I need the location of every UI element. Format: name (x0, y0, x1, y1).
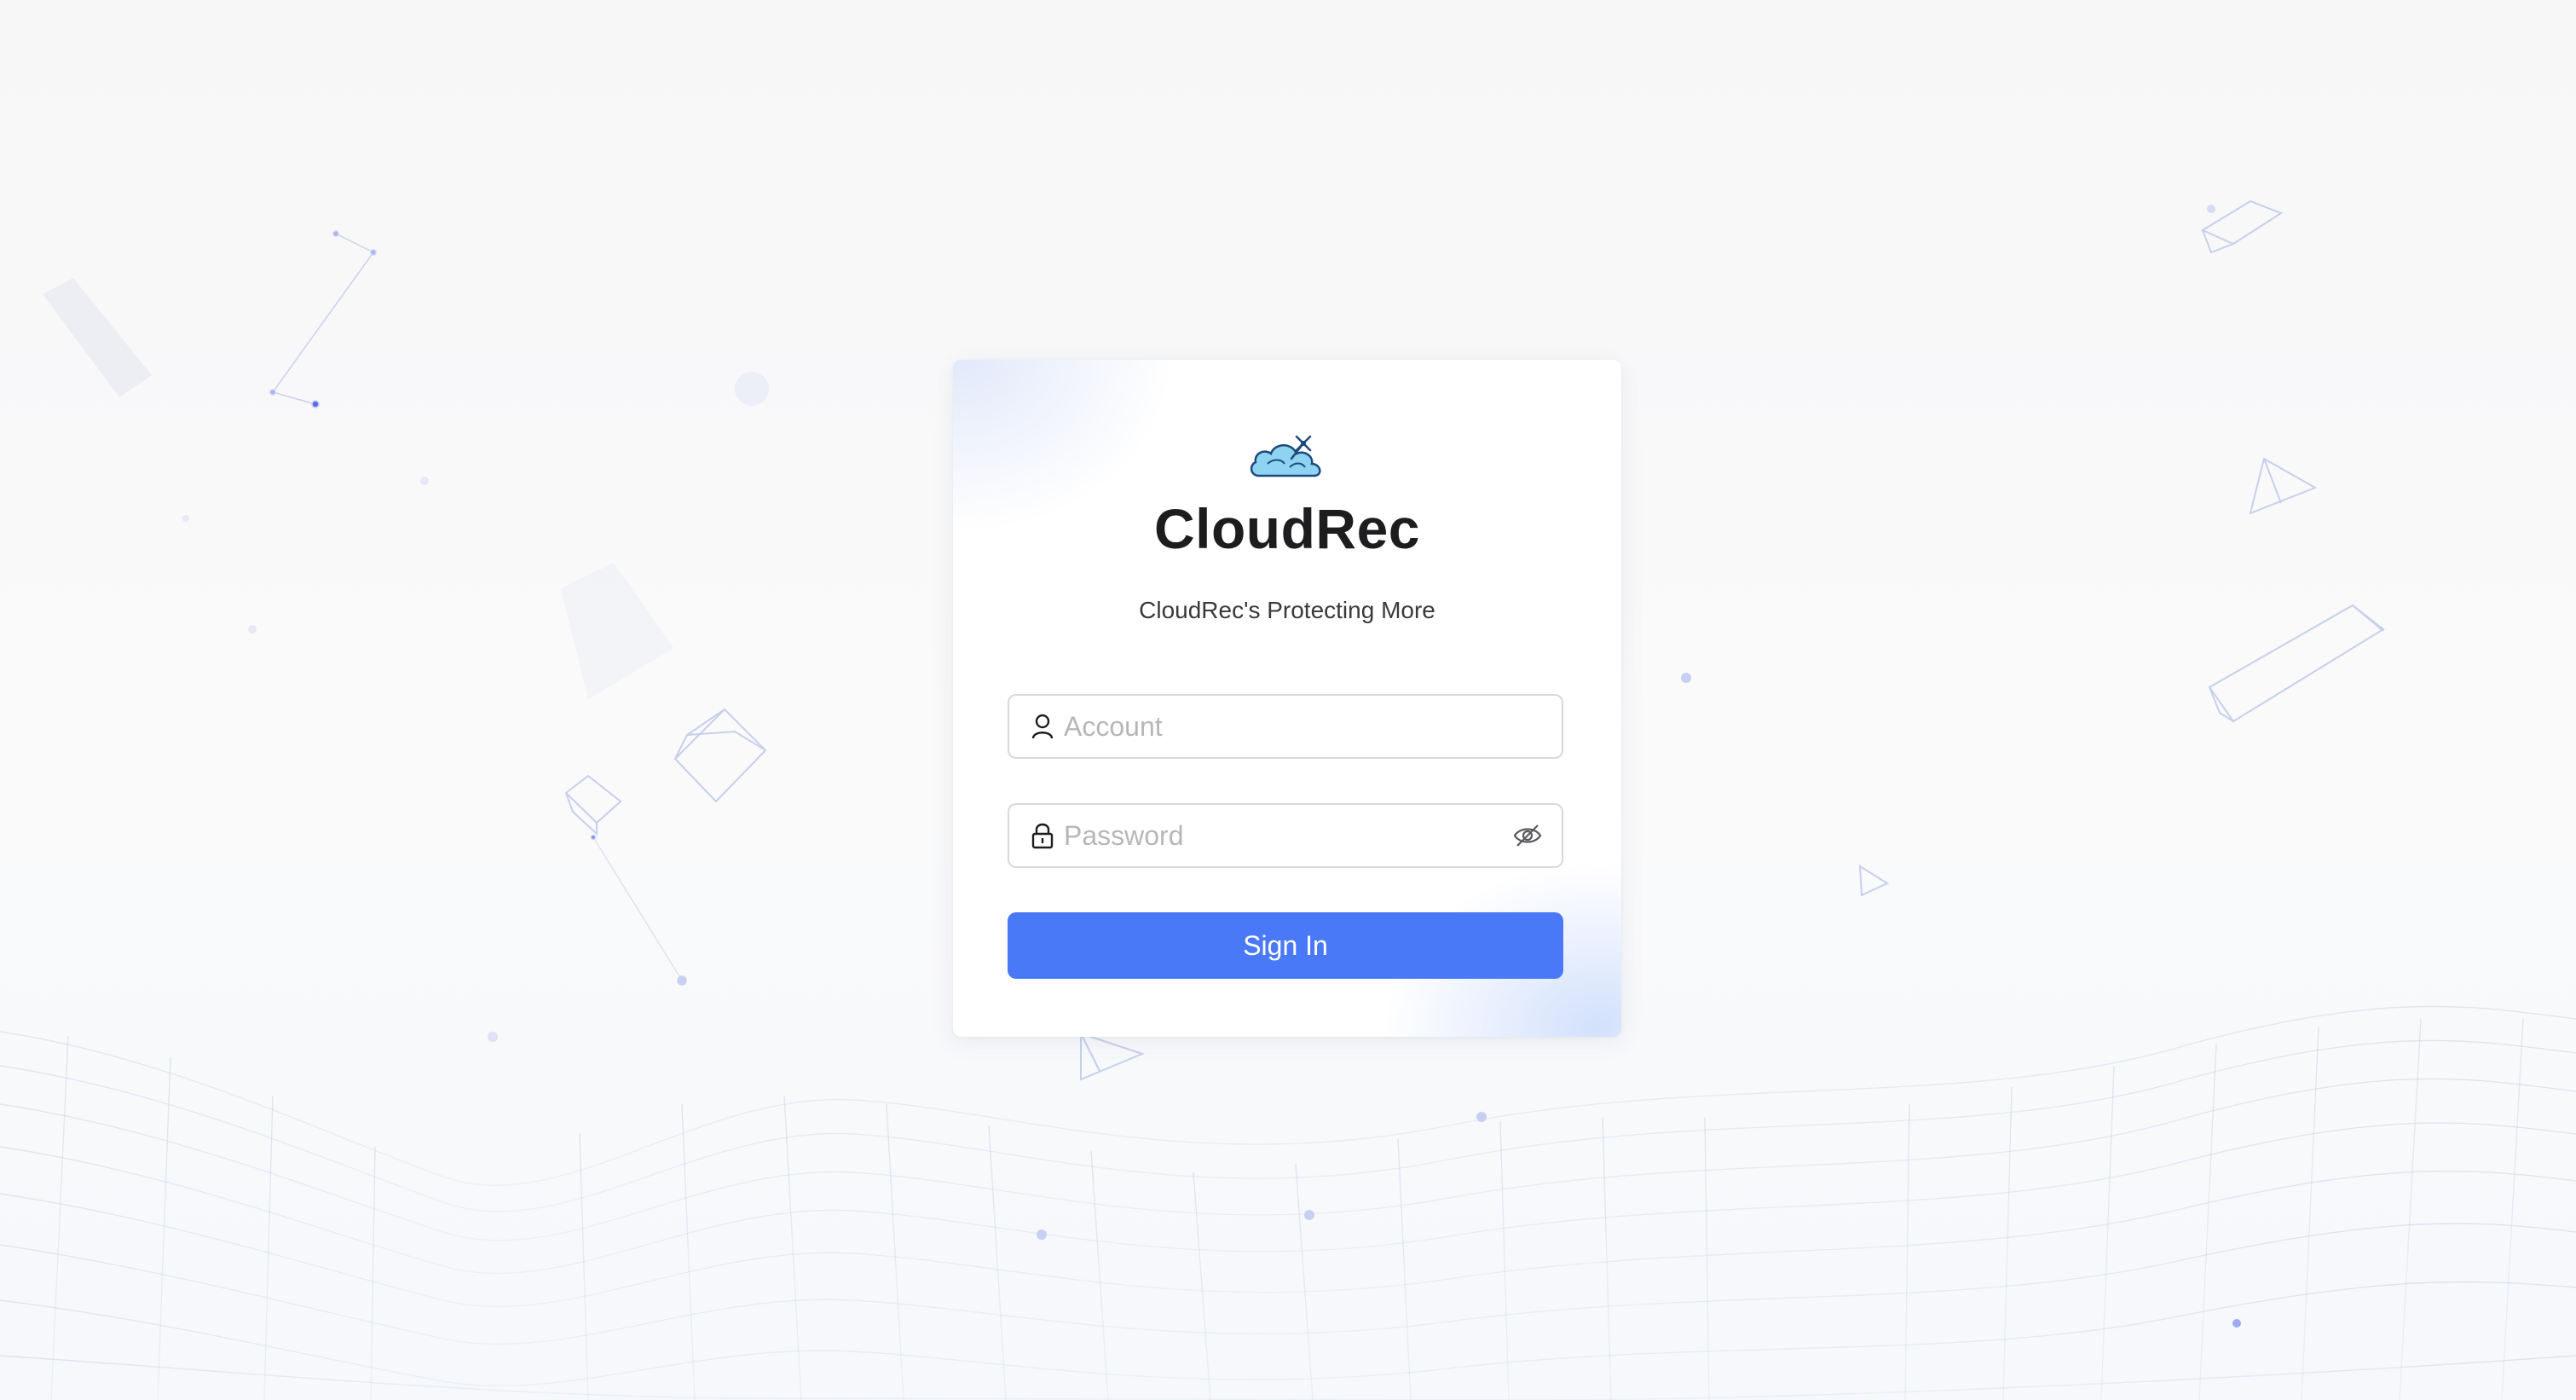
faint-bars (43, 278, 673, 699)
app-subtitle: CloudRec's Protecting More (1139, 597, 1435, 623)
eye-invisible-icon[interactable] (1512, 820, 1543, 851)
password-field[interactable] (1008, 803, 1563, 868)
user-icon (1030, 712, 1055, 741)
sign-in-button[interactable]: Sign In (1008, 912, 1563, 979)
login-page: CloudRec CloudRec's Protecting More Acco… (0, 0, 2576, 1400)
login-card: CloudRec CloudRec's Protecting More Acco… (953, 360, 1621, 1037)
account-input[interactable] (1064, 701, 1562, 752)
app-title: CloudRec (1153, 497, 1421, 560)
cloudrec-logo-icon (1250, 435, 1321, 477)
password-input[interactable] (1064, 810, 1512, 861)
wave-terrain (0, 1005, 2576, 1400)
account-field[interactable] (1008, 694, 1563, 759)
sparkle (735, 372, 769, 406)
lock-icon (1030, 821, 1055, 850)
